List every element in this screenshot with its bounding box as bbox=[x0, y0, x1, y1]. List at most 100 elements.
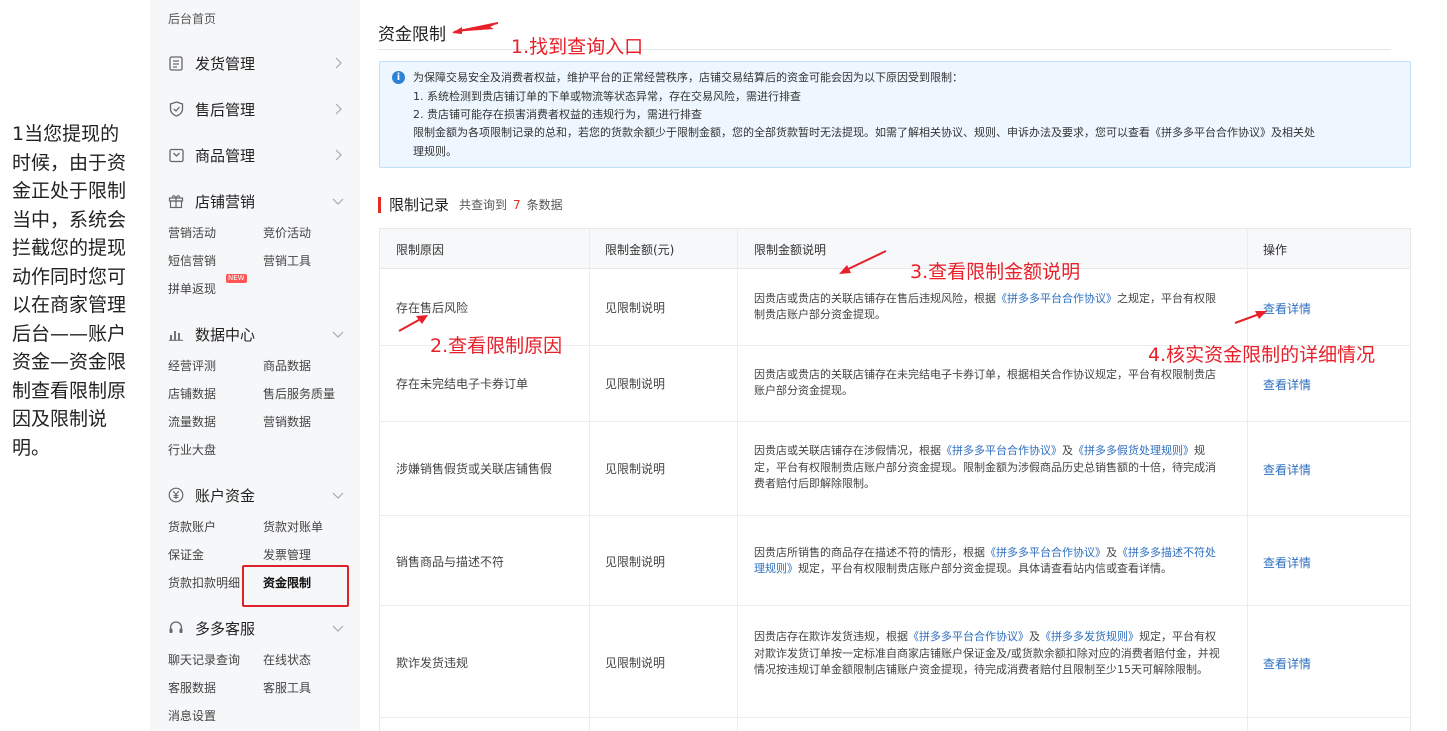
sidebar-group-aftersale[interactable]: 售后管理 bbox=[150, 97, 360, 121]
notice-line: 限制金额为各项限制记录的总和，若您的货款余额少于限制金额，您的全部货款暂时无法提… bbox=[413, 126, 1315, 139]
screen: 1当您提现的时候，由于资金正处于限制当中，系统会拦截您的提现动作同时您可以在商家… bbox=[0, 0, 1447, 731]
sidebar-group-header[interactable]: 多多客服 bbox=[150, 616, 360, 640]
cell-amount: 见限制说明 bbox=[605, 462, 666, 476]
chevron-down-icon bbox=[330, 487, 346, 503]
sidebar-group-header[interactable]: 店铺营销 bbox=[150, 189, 360, 213]
description-text: 因贵店存在欺诈发货违规，根据 bbox=[754, 630, 908, 643]
table-row: 销售商品与描述不符 见限制说明 因贵店所销售的商品存在描述不符的情形，根据《拼多多平… bbox=[380, 516, 1410, 606]
table-row: 欺诈发货违规 见限制说明 因贵店存在欺诈发货违规，根据《拼多多平台合作协议》及《拼多… bbox=[380, 606, 1410, 718]
agreement-link[interactable]: 《拼多多平台合作协议》 bbox=[941, 444, 1062, 457]
sidebar-item-marketing-activity[interactable]: 营销活动 bbox=[168, 224, 216, 241]
count-number: 7 bbox=[513, 198, 521, 212]
sidebar-item-service-data[interactable]: 客服数据 bbox=[168, 679, 216, 696]
sidebar-group-label: 账户资金 bbox=[195, 486, 256, 505]
agreement-link[interactable]: 《拼多多平台合作协议》 bbox=[908, 630, 1029, 643]
sidebar-group-header[interactable]: 账户资金 bbox=[150, 483, 360, 507]
sidebar-group-customer-service: 多多客服 聊天记录查询 在线状态 客服数据 客服工具 消息设置 bbox=[150, 616, 360, 723]
view-detail-link[interactable]: 查看详情 bbox=[1263, 300, 1311, 317]
description-text: 及 bbox=[1062, 444, 1073, 458]
section-accent-bar bbox=[378, 196, 381, 213]
sidebar-item-message-settings[interactable]: 消息设置 bbox=[168, 707, 216, 724]
sidebar-item-invoice[interactable]: 发票管理 bbox=[263, 546, 311, 563]
page-title: 资金限制 bbox=[378, 25, 446, 45]
notice-line: 1. 系统检测到贵店铺订单的下单或物流等状态异常，存在交易风险，需进行排查 bbox=[413, 90, 801, 103]
annotation-step2: 2.查看限制原因 bbox=[430, 335, 563, 357]
yen-icon bbox=[167, 486, 185, 504]
annotation-arrow bbox=[452, 22, 499, 34]
sidebar-item-goods-data[interactable]: 商品数据 bbox=[263, 357, 311, 374]
annotation-step3: 3.查看限制金额说明 bbox=[910, 261, 1081, 283]
cell-description: 因贵店或关联店铺存在涉假情况，根据《拼多多平台合作协议》及《拼多多假货处理规则》… bbox=[754, 443, 1226, 493]
records-count: 共查询到 7 条数据 bbox=[459, 196, 563, 213]
records-title: 限制记录 bbox=[389, 196, 450, 214]
sidebar-item-bidding[interactable]: 竞价活动 bbox=[263, 224, 311, 241]
cell-amount: 见限制说明 bbox=[605, 377, 666, 391]
sidebar-item-industry[interactable]: 行业大盘 bbox=[168, 441, 216, 458]
sidebar-item-statement[interactable]: 货款对账单 bbox=[263, 518, 323, 535]
agreement-link[interactable]: 《拼多多平台合作协议》 bbox=[985, 546, 1106, 559]
view-detail-link[interactable]: 查看详情 bbox=[1263, 655, 1311, 672]
sidebar-home-link[interactable]: 后台首页 bbox=[168, 10, 216, 27]
cell-amount: 见限制说明 bbox=[605, 656, 666, 670]
view-detail-link[interactable]: 查看详情 bbox=[1263, 461, 1311, 478]
cell-description: 因贵店所销售的商品存在描述不符的情形，根据《拼多多平台合作协议》及《拼多多描述不… bbox=[754, 545, 1226, 578]
notice-line: 为保障交易安全及消费者权益，维护平台的正常经营秩序，店铺交易结算后的资金可能会因… bbox=[413, 71, 963, 84]
box-icon bbox=[167, 146, 185, 164]
sidebar-group-header[interactable]: 数据中心 bbox=[150, 322, 360, 346]
sidebar-group-label: 售后管理 bbox=[195, 100, 256, 119]
sidebar-group-label: 数据中心 bbox=[195, 325, 256, 344]
cell-reason: 欺诈发货违规 bbox=[396, 656, 469, 670]
sidebar-item-online-status[interactable]: 在线状态 bbox=[263, 651, 311, 668]
sidebar-item-marketing-data[interactable]: 营销数据 bbox=[263, 413, 311, 430]
highlight-box bbox=[242, 565, 349, 607]
chevron-down-icon bbox=[330, 193, 346, 209]
description-text: 规定，平台有权限制贵店账户部分资金提现。具体请查看站内信或查看详情。 bbox=[798, 562, 1172, 575]
chevron-right-icon bbox=[330, 101, 346, 117]
bar-chart-icon bbox=[167, 325, 185, 343]
annotation-arrow bbox=[398, 315, 428, 332]
sidebar-item-service-tools[interactable]: 客服工具 bbox=[263, 679, 311, 696]
sidebar-item-sms[interactable]: 短信营销 bbox=[168, 252, 216, 269]
sidebar-group-shipping[interactable]: 发货管理 bbox=[150, 51, 360, 75]
gift-icon bbox=[167, 192, 185, 210]
sidebar-item-store-data[interactable]: 店铺数据 bbox=[168, 385, 216, 402]
chevron-right-icon bbox=[330, 55, 346, 71]
sidebar-group-data-center: 数据中心 经营评测 商品数据 店铺数据 售后服务质量 流量数据 营销数据 行业大… bbox=[150, 322, 360, 457]
side-note-text: 1当您提现的时候，由于资金正处于限制当中，系统会拦截您的提现动作同时您可以在商家… bbox=[12, 123, 127, 459]
count-prefix: 共查询到 bbox=[459, 198, 508, 212]
agreement-link[interactable]: 《拼多多平台合作协议》 bbox=[996, 292, 1117, 305]
sidebar-group-marketing: 店铺营销 营销活动 竞价活动 短信营销 营销工具 拼单返现 NEW bbox=[150, 189, 360, 296]
sidebar-item-evaluation[interactable]: 经营评测 bbox=[168, 357, 216, 374]
cell-reason: 存在未完结电子卡券订单 bbox=[396, 377, 529, 391]
view-detail-link[interactable]: 查看详情 bbox=[1263, 554, 1311, 571]
records-table: 限制原因 限制金额(元) 限制金额说明 操作 存在售后风险 见限制说明 因贵店或贵店… bbox=[379, 228, 1411, 731]
description-text: 因贵店或贵店的关联店铺存在未完结电子卡券订单，根据相关合作协议规定，平台有权限制… bbox=[754, 367, 1216, 398]
agreement-link[interactable]: 《拼多多假货处理规则》 bbox=[1073, 444, 1194, 457]
cell-amount: 见限制说明 bbox=[605, 555, 666, 569]
sidebar-item-service-quality[interactable]: 售后服务质量 bbox=[263, 385, 335, 402]
description-text: 及 bbox=[1106, 545, 1117, 559]
sidebar: 后台首页 发货管理 售后管理 商品管理 店铺营销 营销活动 竞价活动 短信营销 … bbox=[150, 0, 360, 731]
view-detail-link[interactable]: 查看详情 bbox=[1263, 376, 1311, 393]
sidebar-item-payment-account[interactable]: 货款账户 bbox=[168, 518, 216, 535]
column-header: 限制金额(元) bbox=[605, 243, 675, 257]
chevron-right-icon bbox=[330, 147, 346, 163]
column-header: 操作 bbox=[1263, 243, 1288, 257]
sidebar-item-deposit[interactable]: 保证金 bbox=[168, 546, 204, 563]
sidebar-item-marketing-tools[interactable]: 营销工具 bbox=[263, 252, 311, 269]
sidebar-group-goods[interactable]: 商品管理 bbox=[150, 143, 360, 167]
sidebar-item-label: 拼单返现 bbox=[168, 282, 217, 296]
agreement-link[interactable]: 《拼多多发货规则》 bbox=[1040, 630, 1139, 643]
sidebar-item-cashback[interactable]: 拼单返现 NEW bbox=[168, 274, 247, 297]
sidebar-item-chat-history[interactable]: 聊天记录查询 bbox=[168, 651, 240, 668]
records-header: 限制记录 共查询到 7 条数据 bbox=[378, 194, 563, 215]
sidebar-group-account-funds: 账户资金 货款账户 货款对账单 保证金 发票管理 货款扣款明细 资金限制 bbox=[150, 483, 360, 590]
column-header: 限制金额说明 bbox=[754, 243, 827, 257]
info-icon: i bbox=[392, 71, 405, 84]
description-text: 因贵店或关联店铺存在涉假情况，根据 bbox=[754, 444, 941, 458]
cell-amount: 见限制说明 bbox=[605, 301, 666, 315]
sidebar-item-traffic-data[interactable]: 流量数据 bbox=[168, 413, 216, 430]
cell-description: 因贵店或贵店的关联店铺存在售后违规风险，根据《拼多多平台合作协议》之规定，平台有… bbox=[754, 291, 1226, 324]
notice-box: i 为保障交易安全及消费者权益，维护平台的正常经营秩序，店铺交易结算后的资金可能… bbox=[379, 61, 1411, 168]
sidebar-item-deduction-detail[interactable]: 货款扣款明细 bbox=[168, 574, 240, 591]
